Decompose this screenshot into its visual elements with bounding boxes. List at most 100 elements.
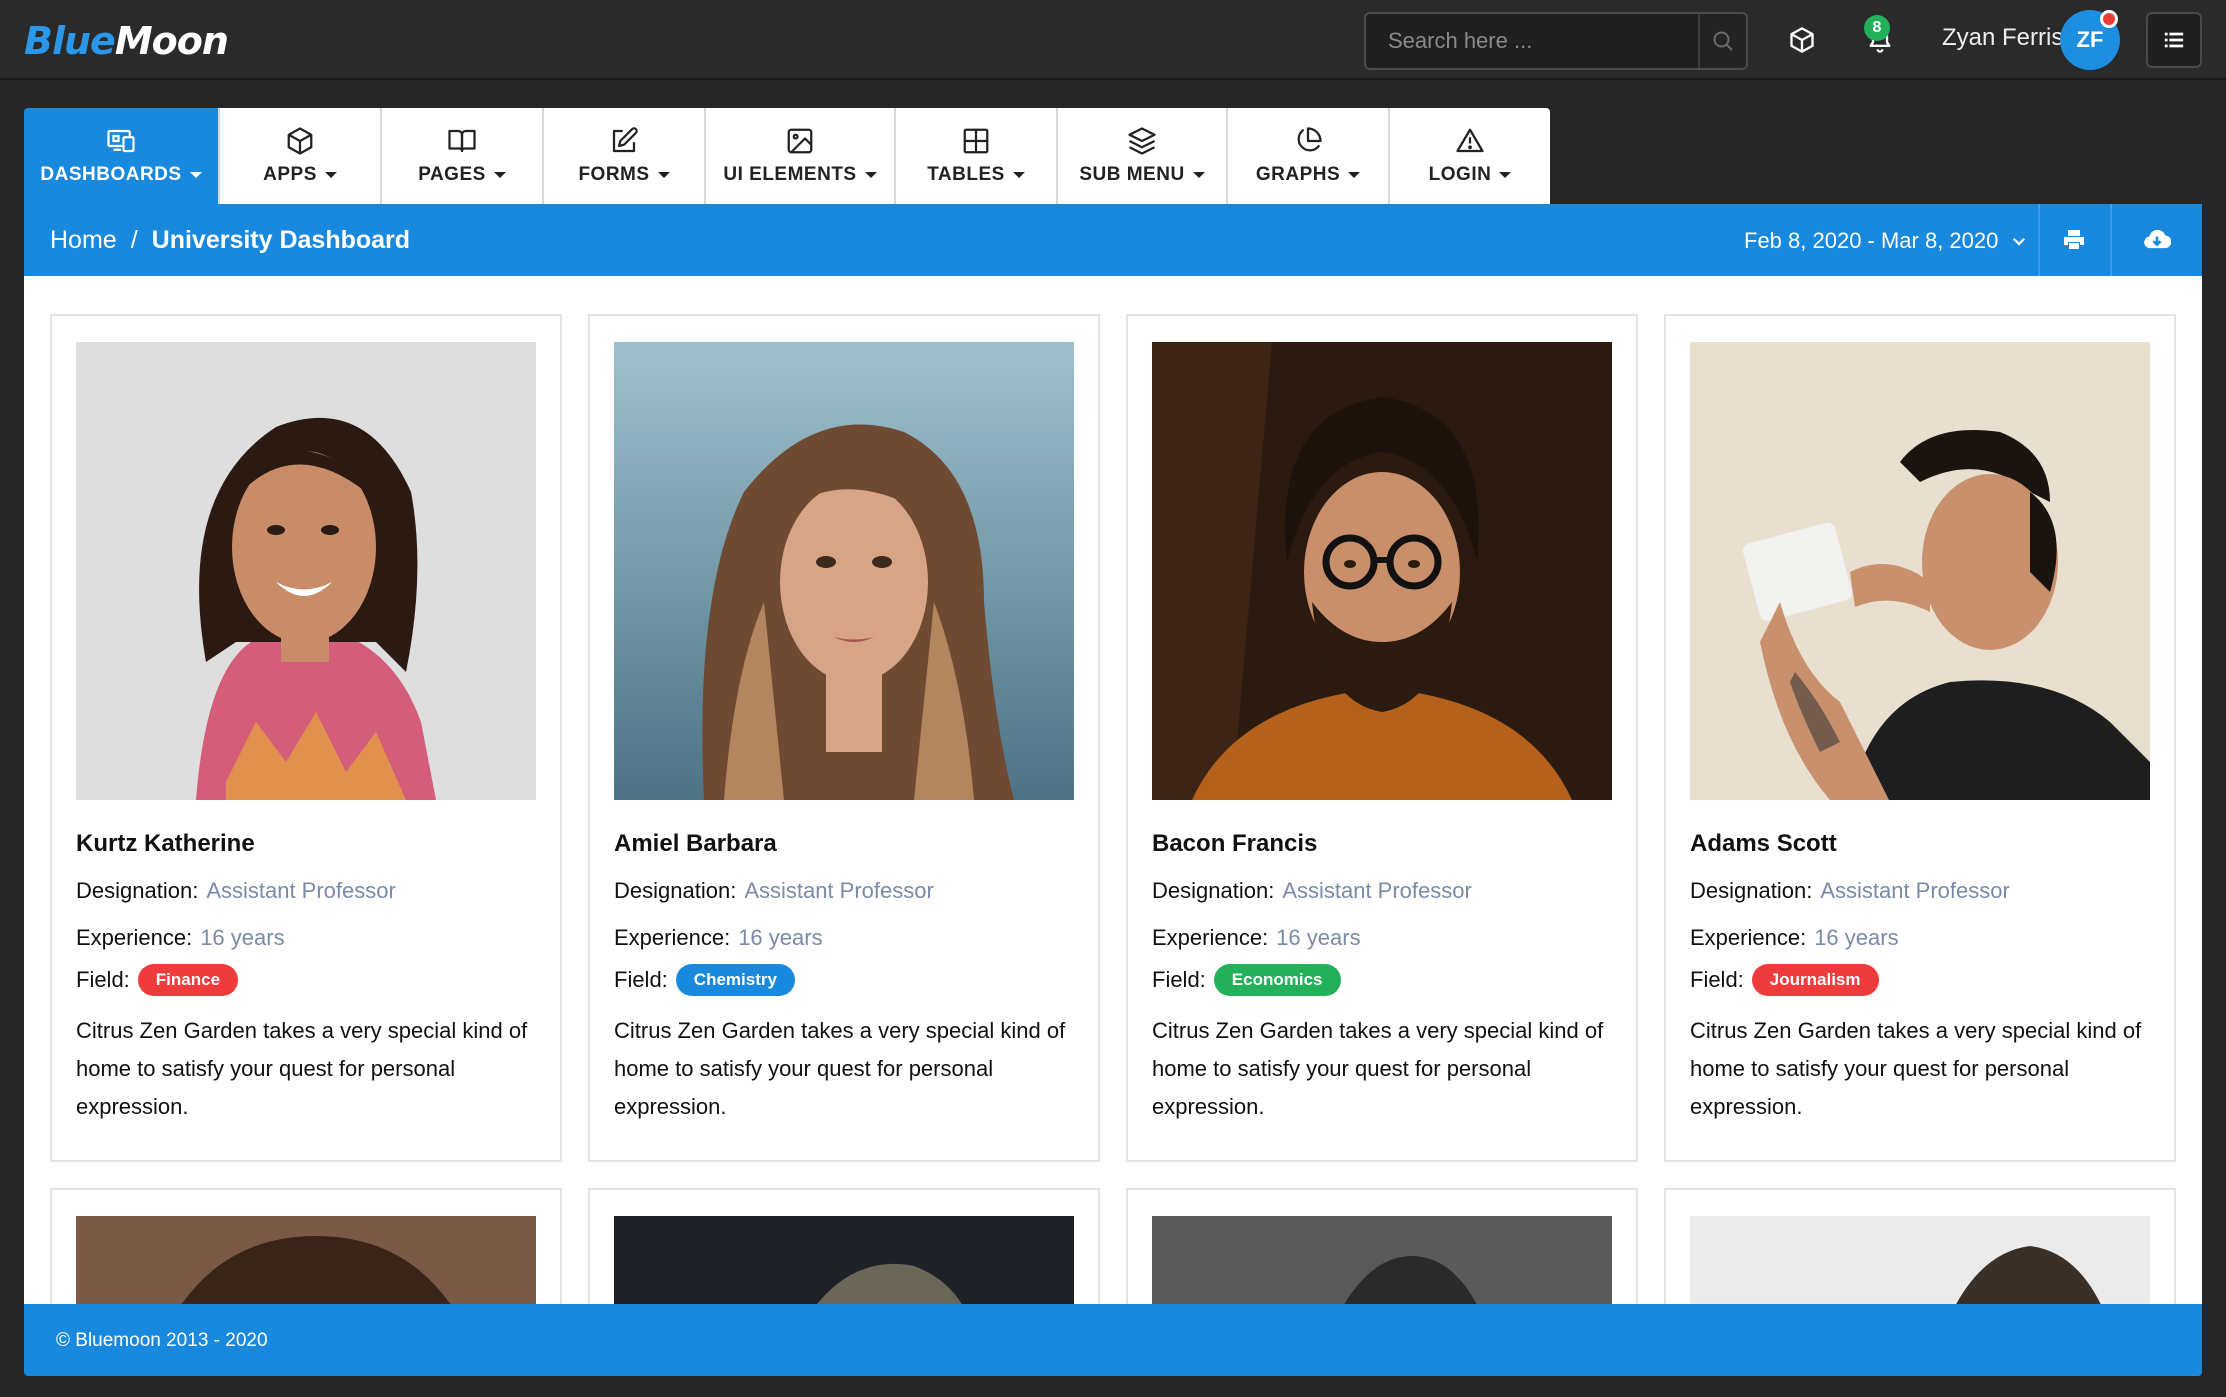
field-badge: Chemistry — [675, 964, 795, 996]
breadcrumb-bar: Home / University Dashboard Feb 8, 2020 … — [24, 204, 2202, 276]
nav-apps[interactable]: APPS — [220, 108, 382, 204]
caret-down-icon — [189, 172, 202, 178]
user-name[interactable]: Zyan Ferris — [1942, 24, 2063, 52]
breadcrumb-separator: / — [130, 226, 138, 254]
cube-icon — [1790, 27, 1814, 53]
printer-icon — [2064, 230, 2084, 249]
top-bar: BlueMoon 8 Zyan Ferris ZF — [0, 0, 2226, 80]
breadcrumb: Home / University Dashboard — [50, 226, 410, 255]
nav-graphs[interactable]: GRAPHS — [1228, 108, 1390, 204]
field-row: Field: Chemistry — [614, 964, 795, 996]
nav-label: UI ELEMENTS — [723, 164, 857, 185]
designation-row: Designation: Assistant Professor — [1152, 878, 1472, 904]
list-icon — [2164, 32, 2184, 48]
field-label: Field: — [614, 967, 668, 992]
faculty-card: Kurtz Katherine Designation: Assistant P… — [50, 314, 562, 1162]
chevron-down-icon — [2013, 237, 2026, 246]
faculty-name[interactable]: Adams Scott — [1690, 830, 1837, 858]
status-dot — [2100, 10, 2118, 28]
pie-chart-icon — [1297, 127, 1322, 152]
brand-logo[interactable]: BlueMoon — [24, 16, 229, 66]
faculty-card — [588, 1188, 1100, 1304]
nav-dashboards[interactable]: DASHBOARDS — [24, 108, 220, 204]
search-box — [1364, 12, 1748, 70]
search-input[interactable] — [1366, 14, 1698, 68]
date-range-picker[interactable]: Feb 8, 2020 - Mar 8, 2020 — [1744, 228, 2028, 254]
experience-value: 16 years — [1814, 925, 1899, 950]
profile-photo — [1152, 342, 1612, 800]
nav-pages[interactable]: PAGES — [382, 108, 544, 204]
faculty-card — [1664, 1188, 2176, 1304]
caret-down-icon — [324, 172, 337, 178]
designation-row: Designation: Assistant Professor — [1690, 878, 2010, 904]
field-badge: Economics — [1213, 964, 1341, 996]
field-label: Field: — [1690, 967, 1744, 992]
profile-photo — [76, 1216, 536, 1304]
nav-label: FORMS — [578, 164, 650, 185]
menu-toggle-button[interactable] — [2146, 12, 2202, 68]
nav-ui-elements[interactable]: UI ELEMENTS — [706, 108, 896, 204]
nav-login[interactable]: LOGIN — [1390, 108, 1550, 204]
nav-label: DASHBOARDS — [40, 164, 182, 185]
date-range-text: Feb 8, 2020 - Mar 8, 2020 — [1744, 228, 1999, 253]
experience-row: Experience: 16 years — [1690, 925, 1899, 951]
designation-label: Designation: — [614, 878, 737, 903]
caret-down-icon — [864, 172, 877, 178]
image-icon — [787, 128, 813, 154]
faculty-card — [50, 1188, 562, 1304]
faculty-name[interactable]: Bacon Francis — [1152, 830, 1317, 858]
nav-label: LOGIN — [1428, 164, 1492, 185]
dashboard-icon — [107, 129, 135, 153]
breadcrumb-current: University Dashboard — [151, 226, 411, 254]
experience-row: Experience: 16 years — [614, 925, 823, 951]
profile-photo — [1690, 1216, 2150, 1304]
download-button[interactable] — [2110, 204, 2202, 276]
brand-part2: Moon — [114, 19, 229, 63]
experience-value: 16 years — [738, 925, 823, 950]
designation-value: Assistant Professor — [744, 878, 934, 903]
faculty-card: Adams Scott Designation: Assistant Profe… — [1664, 314, 2176, 1162]
caret-down-icon — [1499, 172, 1512, 178]
cube-icon — [287, 127, 313, 155]
breadcrumb-home[interactable]: Home — [50, 226, 117, 255]
print-button[interactable] — [2038, 204, 2108, 276]
faculty-name[interactable]: Kurtz Katherine — [76, 830, 255, 858]
notification-count-badge: 8 — [1864, 15, 1890, 41]
designation-row: Designation: Assistant Professor — [76, 878, 396, 904]
designation-label: Designation: — [76, 878, 199, 903]
experience-label: Experience: — [614, 925, 731, 950]
designation-label: Designation: — [1152, 878, 1275, 903]
profile-photo — [614, 1216, 1074, 1304]
experience-row: Experience: 16 years — [76, 925, 285, 951]
search-button[interactable] — [1698, 14, 1746, 68]
field-label: Field: — [1152, 967, 1206, 992]
nav-sub-menu[interactable]: SUB MENU — [1058, 108, 1228, 204]
experience-row: Experience: 16 years — [1152, 925, 1361, 951]
field-label: Field: — [76, 967, 130, 992]
experience-label: Experience: — [1152, 925, 1269, 950]
nav-label: APPS — [263, 164, 317, 185]
caret-down-icon — [1012, 172, 1025, 178]
brand-part1: Blue — [24, 19, 116, 63]
faculty-description: Citrus Zen Garden takes a very special k… — [1152, 1018, 1604, 1119]
profile-photo — [76, 342, 536, 800]
designation-value: Assistant Professor — [1820, 878, 2010, 903]
faculty-name[interactable]: Amiel Barbara — [614, 830, 777, 858]
edit-icon — [612, 127, 638, 153]
grid-icon — [963, 128, 989, 154]
experience-label: Experience: — [76, 925, 193, 950]
nav-label: TABLES — [927, 164, 1005, 185]
cloud-download-icon — [2144, 229, 2171, 249]
experience-label: Experience: — [1690, 925, 1807, 950]
designation-row: Designation: Assistant Professor — [614, 878, 934, 904]
field-badge: Finance — [137, 964, 239, 996]
profile-photo — [614, 342, 1074, 800]
caret-down-icon — [1192, 172, 1205, 178]
nav-forms[interactable]: FORMS — [544, 108, 706, 204]
profile-photo — [1152, 1216, 1612, 1304]
layers-icon — [1128, 127, 1156, 155]
nav-tables[interactable]: TABLES — [896, 108, 1058, 204]
designation-value: Assistant Professor — [206, 878, 396, 903]
apps-cube-button[interactable] — [1782, 20, 1822, 60]
designation-value: Assistant Professor — [1282, 878, 1472, 903]
